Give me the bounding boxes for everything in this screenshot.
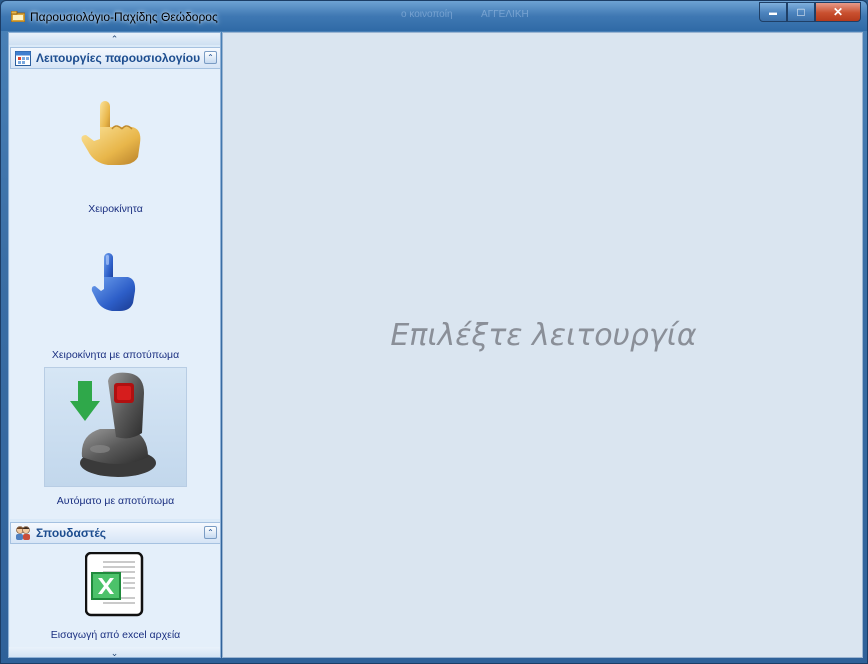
chevron-up-icon: ⌃ xyxy=(207,527,214,537)
select-function-placeholder: Επιλέξτε λειτουργία xyxy=(390,318,697,353)
pointing-hand-blue-icon xyxy=(91,253,136,311)
title-bar[interactable]: Παρουσιολόγιο-Παχίδης Θεώδορος ο κοινοπο… xyxy=(1,1,867,31)
scroll-down-button[interactable]: ⌄ xyxy=(9,647,220,658)
group-title: Σπουδαστές xyxy=(36,526,107,540)
chevron-up-icon: ⌃ xyxy=(110,33,119,44)
minimize-icon: ▬ xyxy=(769,7,777,17)
scroll-up-button[interactable]: ⌃ xyxy=(9,33,220,45)
navigation-sidebar: ⌃ Λειτουργίες παρουσιολογίου ⌃ Χειροκίνη… xyxy=(8,32,221,658)
students-icon xyxy=(16,526,30,540)
excel-file-icon xyxy=(85,552,144,617)
background-ghost-text: ο κοινοποίη xyxy=(401,9,453,20)
collapse-button[interactable]: ⌃ xyxy=(204,51,217,64)
pointing-hand-gold-icon xyxy=(81,101,141,165)
sidebar-item-manual[interactable]: Χειροκίνητα xyxy=(10,99,220,249)
window-controls: ▬ □ ✕ xyxy=(759,2,861,22)
sidebar-item-label: Χειροκίνητα xyxy=(88,203,143,215)
group-title: Λειτουργίες παρουσιολογίου xyxy=(36,51,201,65)
sidebar-item-label: Αυτόματο με αποτύπωμα xyxy=(56,495,175,507)
minimize-button[interactable]: ▬ xyxy=(759,2,787,22)
group-header-students[interactable]: Σπουδαστές ⌃ xyxy=(10,522,220,544)
maximize-button[interactable]: □ xyxy=(787,2,815,22)
sidebar-item-auto-fingerprint[interactable]: Αυτόματο με αποτύπωμα xyxy=(10,369,220,519)
calendar-icon xyxy=(15,51,31,66)
group-body-attendance: Χειροκίνητα Χειροκίνητα με αποτύπωμα Αυτ… xyxy=(10,69,220,519)
background-ghost-text: ΑΓΓΕΛΙΚΗ xyxy=(481,9,529,20)
group-header-attendance[interactable]: Λειτουργίες παρουσιολογίου ⌃ xyxy=(10,47,220,69)
sidebar-item-excel-import[interactable]: Εισαγωγή από excel αρχεία xyxy=(10,552,220,648)
chevron-up-icon: ⌃ xyxy=(207,52,214,62)
group-body-students: Εισαγωγή από excel αρχεία xyxy=(10,544,220,648)
collapse-button[interactable]: ⌃ xyxy=(204,526,217,539)
sidebar-item-label: Χειροκίνητα με αποτύπωμα xyxy=(51,349,180,361)
main-window: Παρουσιολόγιο-Παχίδης Θεώδορος ο κοινοπο… xyxy=(0,0,868,664)
sidebar-item-label: Εισαγωγή από excel αρχεία xyxy=(50,629,181,641)
close-button[interactable]: ✕ xyxy=(815,2,861,22)
folder-icon xyxy=(11,11,25,22)
main-content-area: Επιλέξτε λειτουργία xyxy=(222,32,863,658)
window-title: Παρουσιολόγιο-Παχίδης Θεώδορος xyxy=(30,10,218,24)
close-icon: ✕ xyxy=(832,5,844,19)
fingerprint-scanner-icon xyxy=(70,372,156,477)
maximize-icon: □ xyxy=(797,5,805,19)
chevron-down-icon: ⌄ xyxy=(110,647,119,658)
